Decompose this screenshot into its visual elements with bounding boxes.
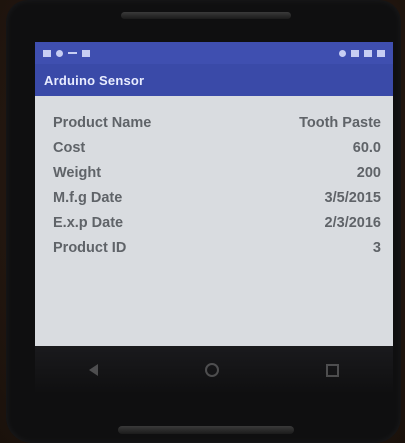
- row-product-id: Product ID 3: [53, 235, 383, 260]
- product-details: Product Name Tooth Paste Cost 60.0 Weigh…: [35, 96, 393, 260]
- app-bar: Arduino Sensor: [35, 64, 393, 96]
- wifi-icon: [351, 49, 359, 57]
- message-icon: [56, 49, 63, 57]
- exp-date-value: 2/3/2016: [324, 214, 381, 231]
- bottom-speaker: [118, 426, 294, 434]
- notification-icon: [43, 49, 51, 57]
- product-name-label: Product Name: [53, 114, 152, 131]
- mfg-date-value: 3/5/2015: [324, 189, 381, 206]
- signal-icon: [364, 49, 372, 57]
- exp-date-label: E.x.p Date: [53, 214, 124, 231]
- minus-icon: [68, 52, 77, 54]
- row-weight: Weight 200: [53, 160, 383, 185]
- mail-icon: [82, 49, 90, 57]
- row-cost: Cost 60.0: [53, 135, 383, 160]
- row-product-name: Product Name Tooth Paste: [53, 110, 383, 135]
- top-speaker: [121, 12, 291, 19]
- phone-screen: Arduino Sensor Product Name Tooth Paste …: [35, 42, 393, 394]
- product-id-value: 3: [372, 239, 381, 256]
- product-id-label: Product ID: [53, 239, 127, 256]
- row-mfg-date: M.f.g Date 3/5/2015: [53, 185, 383, 210]
- navigation-bar: [35, 346, 393, 394]
- status-bar: [35, 42, 393, 64]
- status-bar-left: [43, 49, 90, 57]
- battery-icon: [377, 49, 385, 57]
- product-name-value: Tooth Paste: [299, 114, 381, 131]
- status-bar-right: [339, 49, 385, 57]
- app-title: Arduino Sensor: [44, 72, 145, 88]
- home-icon[interactable]: [204, 363, 219, 377]
- photo-scene: Arduino Sensor Product Name Tooth Paste …: [0, 0, 405, 443]
- location-icon: [339, 49, 346, 57]
- back-icon[interactable]: [88, 364, 98, 376]
- phone-body: Arduino Sensor Product Name Tooth Paste …: [6, 0, 401, 443]
- weight-value: 200: [356, 164, 381, 181]
- cost-value: 60.0: [352, 139, 381, 156]
- recent-apps-icon[interactable]: [326, 363, 340, 377]
- row-exp-date: E.x.p Date 2/3/2016: [53, 210, 383, 235]
- cost-label: Cost: [53, 139, 86, 156]
- weight-label: Weight: [53, 164, 102, 181]
- mfg-date-label: M.f.g Date: [53, 189, 123, 206]
